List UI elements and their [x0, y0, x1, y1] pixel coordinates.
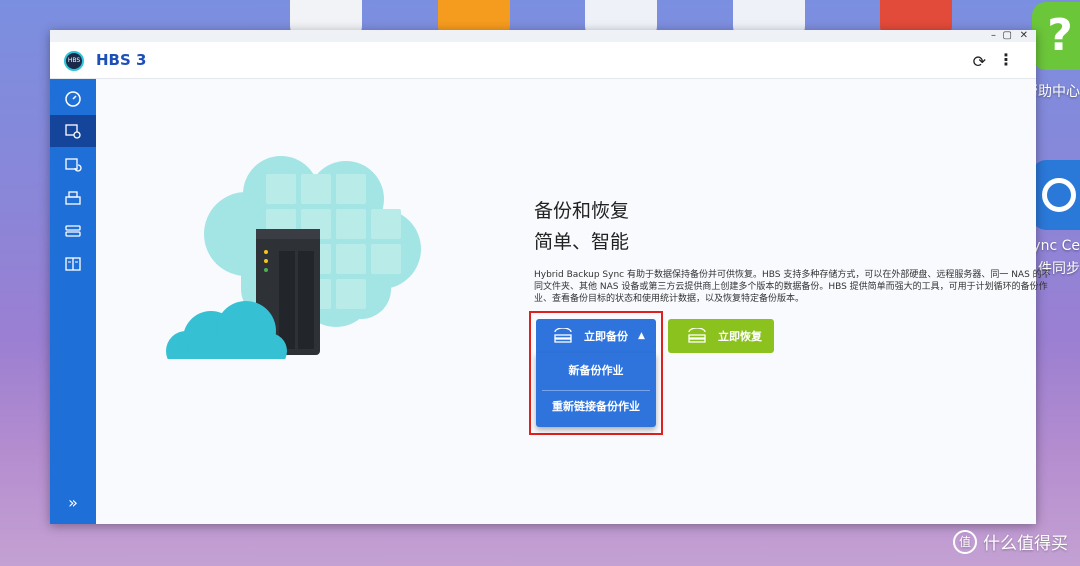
backup-now-label: 立即备份: [584, 330, 628, 343]
site-watermark: 值 什么值得买: [953, 529, 1068, 554]
main-content: 备份和恢复 简单、智能 Hybrid Backup Sync 有助于数据保持备份…: [96, 79, 1051, 524]
desktop-app-icon-hybrid-sync[interactable]: [1032, 160, 1080, 230]
hbs-logo-icon: HBS: [64, 51, 84, 71]
sidebar-item-services[interactable]: [50, 215, 96, 247]
question-icon: ?: [1047, 10, 1073, 61]
close-button[interactable]: ✕: [1020, 30, 1028, 42]
sidebar-item-overview[interactable]: [50, 83, 96, 115]
hbs-window: – ▢ ✕ HBS HBS 3 ⟳ ⋮ » 备份和恢复 简单、智能 Hybrid…: [50, 30, 1051, 524]
backup-now-button[interactable]: 立即备份 ▲: [536, 319, 656, 353]
sync-icon: [65, 158, 82, 172]
menu-item-new-backup-job[interactable]: 新备份作业: [536, 355, 656, 387]
sidebar-item-restore[interactable]: [50, 182, 96, 214]
maximize-button[interactable]: ▢: [1003, 30, 1012, 42]
sidebar-item-logs[interactable]: [50, 248, 96, 280]
cloud-backup-illustration: [166, 156, 421, 359]
desktop-app-icon-help[interactable]: ?: [1032, 2, 1080, 70]
desktop-app-label-sync-1: ync Ce: [1032, 238, 1080, 254]
restore-now-label: 立即恢复: [718, 330, 762, 343]
headline-simple-smart: 简单、智能: [534, 231, 630, 253]
description-text: Hybrid Backup Sync 有助于数据保持备份并可供恢复。HBS 支持…: [534, 270, 1051, 304]
backup-icon: [65, 124, 81, 139]
watermark-badge-icon: 值: [953, 529, 977, 554]
sidebar: »: [50, 79, 96, 524]
sidebar-expand-button[interactable]: »: [50, 493, 96, 512]
services-icon: [65, 225, 81, 237]
restore-now-button[interactable]: 立即恢复: [668, 319, 774, 353]
menu-item-relink-backup-job[interactable]: 重新链接备份作业: [536, 391, 656, 423]
nas-drive-icon: [554, 328, 572, 343]
backup-dropdown-menu: 新备份作业 重新链接备份作业: [536, 353, 656, 427]
app-titlebar: HBS HBS 3 ⟳ ⋮: [50, 42, 1036, 79]
sidebar-item-sync[interactable]: [50, 149, 96, 181]
refresh-icon[interactable]: ⟳: [973, 52, 986, 71]
window-control-bar: – ▢ ✕: [50, 30, 1036, 42]
logs-icon: [65, 257, 81, 271]
app-title: HBS 3: [96, 51, 147, 69]
sidebar-item-backup[interactable]: [50, 115, 96, 147]
caret-up-icon: ▲: [638, 331, 645, 341]
dashboard-icon: [65, 91, 81, 107]
minimize-button[interactable]: –: [991, 30, 996, 42]
restore-icon: [65, 191, 81, 205]
nas-restore-icon: [688, 328, 706, 343]
more-vertical-icon[interactable]: ⋮: [998, 50, 1014, 69]
sync-circle-icon: [1042, 178, 1076, 212]
watermark-text: 什么值得买: [983, 534, 1068, 554]
headline-backup-restore: 备份和恢复: [534, 200, 630, 222]
